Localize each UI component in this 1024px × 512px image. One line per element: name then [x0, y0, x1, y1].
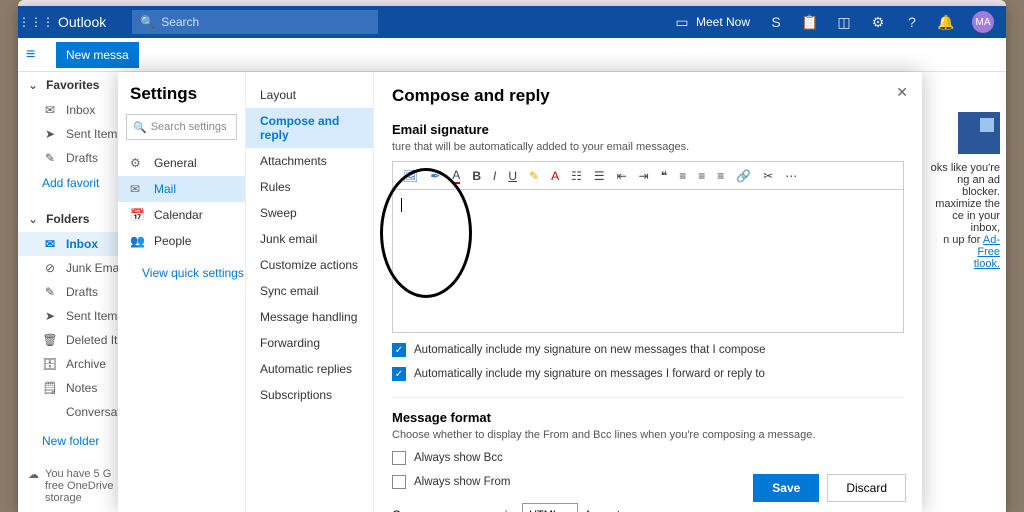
- cloud-icon: ☁: [28, 468, 39, 504]
- signature-textarea[interactable]: [392, 189, 904, 333]
- underline-icon[interactable]: U: [508, 169, 517, 183]
- video-icon: ▭: [674, 14, 690, 30]
- settings-title: Settings: [118, 72, 245, 114]
- gear-icon: ⚙: [130, 156, 146, 170]
- insert-image-icon[interactable]: 🖼: [403, 169, 418, 183]
- checkbox-always-from[interactable]: [392, 475, 406, 489]
- notes-icon[interactable]: 📋: [802, 14, 818, 30]
- checkbox-include-reply[interactable]: ✓: [392, 367, 406, 381]
- skype-icon[interactable]: S: [768, 14, 784, 30]
- search-icon: 🔍: [140, 15, 155, 29]
- new-message-button[interactable]: New messa: [56, 42, 139, 68]
- calendar-icon: 📅: [130, 208, 146, 222]
- notes-icon: 🗒: [42, 381, 58, 395]
- settings-tab-calendar[interactable]: 📅Calendar: [118, 202, 245, 228]
- signature-toolbar: 🖼 ✒ A B I U ✎ A ☷ ☰ ⇤ ⇥ ❝ ≡ ≡ ≡ 🔗: [392, 161, 904, 189]
- archive-icon: 🗄: [42, 357, 58, 371]
- align-right-icon[interactable]: ≡: [717, 169, 724, 183]
- align-left-icon[interactable]: ≡: [679, 169, 686, 183]
- trash-icon: 🗑: [42, 333, 58, 347]
- settings-opt-customize-actions[interactable]: Customize actions: [246, 252, 373, 278]
- search-input[interactable]: 🔍 Search: [132, 10, 378, 34]
- search-icon: 🔍: [133, 121, 147, 134]
- italic-icon[interactable]: I: [493, 169, 496, 183]
- settings-subnav: LayoutCompose and replyAttachmentsRulesS…: [246, 72, 374, 512]
- settings-opt-layout[interactable]: Layout: [246, 82, 373, 108]
- mail-icon: ✉: [42, 103, 58, 117]
- settings-opt-subscriptions[interactable]: Subscriptions: [246, 382, 373, 408]
- font-color2-icon[interactable]: A: [551, 169, 559, 183]
- font-color-icon[interactable]: A: [452, 168, 460, 184]
- draft-icon: ✎: [42, 151, 58, 165]
- save-button[interactable]: Save: [753, 474, 819, 502]
- folders-heading: Folders: [46, 212, 89, 226]
- highlight-icon[interactable]: ✎: [529, 169, 539, 183]
- bold-icon[interactable]: B: [472, 169, 481, 183]
- mail-icon: ✉: [42, 237, 58, 251]
- settings-panel: Settings 🔍 Search settings ⚙General ✉Mai…: [118, 72, 922, 512]
- close-icon[interactable]: ✕: [896, 84, 908, 101]
- sent-icon: ➤: [42, 309, 58, 323]
- settings-opt-junk-email[interactable]: Junk email: [246, 226, 373, 252]
- indent-icon[interactable]: ⇥: [639, 169, 649, 183]
- settings-search-input[interactable]: 🔍 Search settings: [126, 114, 237, 140]
- quote-icon[interactable]: ❝: [661, 169, 667, 183]
- bullet-list-icon[interactable]: ☰: [594, 169, 605, 183]
- number-list-icon[interactable]: ☷: [571, 169, 582, 183]
- outdent-icon[interactable]: ⇤: [617, 169, 627, 183]
- settings-opt-compose-and-reply[interactable]: Compose and reply: [246, 108, 373, 148]
- more-icon[interactable]: ⋯: [785, 169, 797, 183]
- draft-icon: ✎: [42, 285, 58, 299]
- avatar[interactable]: MA: [972, 11, 994, 33]
- favorites-heading: Favorites: [46, 78, 99, 92]
- settings-opt-sweep[interactable]: Sweep: [246, 200, 373, 226]
- settings-opt-forwarding[interactable]: Forwarding: [246, 330, 373, 356]
- signature-heading: Email signature: [392, 122, 904, 137]
- settings-opt-message-handling[interactable]: Message handling: [246, 304, 373, 330]
- outlook-big-icon: [958, 112, 1000, 154]
- settings-tab-people[interactable]: 👥People: [118, 228, 245, 254]
- junk-icon: ⊘: [42, 261, 58, 275]
- checkbox-always-bcc[interactable]: [392, 451, 406, 465]
- settings-opt-rules[interactable]: Rules: [246, 174, 373, 200]
- search-placeholder: Search: [161, 15, 199, 29]
- discard-button[interactable]: Discard: [827, 474, 906, 502]
- format-painter-icon[interactable]: ✒: [430, 169, 440, 183]
- view-quick-settings-link[interactable]: View quick settings: [118, 254, 245, 280]
- checkbox-include-new[interactable]: ✓: [392, 343, 406, 357]
- sent-icon: ➤: [42, 127, 58, 141]
- ad-free-link-tail[interactable]: tlook.: [974, 258, 1000, 270]
- settings-opt-automatic-replies[interactable]: Automatic replies: [246, 356, 373, 382]
- align-center-icon[interactable]: ≡: [698, 169, 705, 183]
- message-format-heading: Message format: [392, 410, 904, 425]
- message-format-desc: Choose whether to display the From and B…: [392, 429, 904, 441]
- settings-opt-sync-email[interactable]: Sync email: [246, 278, 373, 304]
- link-icon[interactable]: 🔗: [736, 169, 751, 183]
- app-launcher-icon[interactable]: ⋮⋮⋮: [18, 15, 54, 29]
- settings-opt-attachments[interactable]: Attachments: [246, 148, 373, 174]
- signature-desc: ture that will be automatically added to…: [392, 141, 904, 153]
- settings-tab-mail[interactable]: ✉Mail: [118, 176, 245, 202]
- help-icon[interactable]: ?: [904, 14, 920, 30]
- app-brand: Outlook: [54, 14, 106, 30]
- unlink-icon[interactable]: ✂: [763, 169, 773, 183]
- people-icon: 👥: [130, 234, 146, 248]
- pane-title: Compose and reply: [392, 86, 904, 106]
- notifications-icon[interactable]: 🔔: [938, 14, 954, 30]
- settings-tab-general[interactable]: ⚙General: [118, 150, 245, 176]
- chevron-down-icon[interactable]: ⌄: [28, 212, 38, 226]
- gear-icon[interactable]: ⚙: [870, 14, 886, 30]
- ad-blocker-notice: oks like you're ng an ad blocker. maximi…: [926, 72, 1006, 512]
- compose-format-select[interactable]: HTML: [522, 503, 578, 512]
- mail-icon: ✉: [130, 182, 146, 196]
- releases-icon[interactable]: ◫: [836, 14, 852, 30]
- chevron-down-icon[interactable]: ⌄: [28, 78, 38, 92]
- meet-now-button[interactable]: ▭ Meet Now: [674, 14, 750, 30]
- hamburger-icon[interactable]: ≡: [26, 46, 56, 64]
